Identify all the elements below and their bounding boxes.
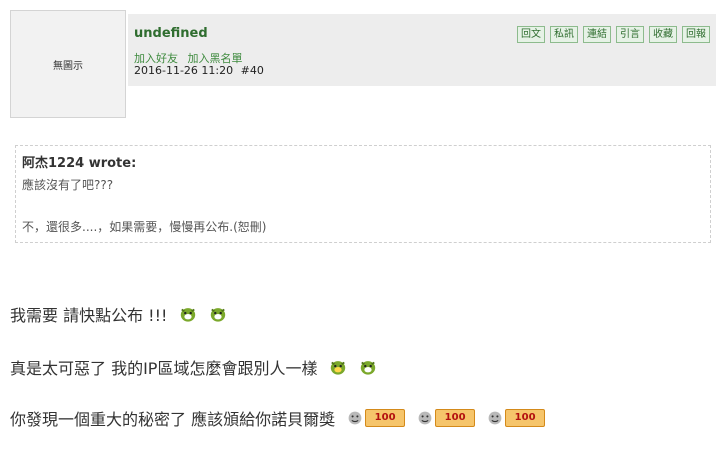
post-meta: 2016-11-26 11:20 #40 [134,64,264,77]
alien-face-icon [331,361,346,375]
reply-line-2: 真是太可惡了 我的IP區域怎麼會跟別人一樣 [10,355,377,379]
reply-text-1: 我需要 請快點公布 !!! [10,306,168,325]
score-100-icon: 100 [347,409,406,427]
alien-face-icon [181,308,196,322]
grey-face-icon [488,411,502,425]
score-100-icon: 100 [417,409,476,427]
link-button[interactable]: 連結 [583,26,611,43]
post-timestamp: 2016-11-26 11:20 [134,64,234,77]
alien-face-icon [211,308,226,322]
username[interactable]: undefined [134,26,208,41]
grey-face-icon [348,411,362,425]
reply-button[interactable]: 回文 [517,26,545,43]
alien-face-icon [361,361,376,375]
score-label: 100 [505,409,546,427]
quote-button[interactable]: 引言 [616,26,644,43]
post-number: #40 [240,64,264,77]
reply-text-2: 真是太可惡了 我的IP區域怎麼會跟別人一樣 [10,359,318,378]
reply-text-3: 你發現一個重大的秘密了 應該頒給你諾貝爾獎 [10,410,336,429]
report-button[interactable]: 回報 [682,26,710,43]
favorite-button[interactable]: 收藏 [649,26,677,43]
reply-line-3: 你發現一個重大的秘密了 應該頒給你諾貝爾獎 100 100 100 [10,406,546,430]
score-label: 100 [365,409,406,427]
grey-face-icon [418,411,432,425]
quote-reply: 不，還很多....，如果需要，慢慢再公布.(恕刪) [22,220,267,234]
quote-block: 阿杰1224 wrote: 應該沒有了吧??? 不，還很多....，如果需要，慢… [15,145,711,243]
private-message-button[interactable]: 私訊 [550,26,578,43]
score-label: 100 [435,409,476,427]
reply-line-1: 我需要 請快點公布 !!! [10,302,227,326]
score-100-icon: 100 [487,409,546,427]
quote-text: 應該沒有了吧??? [22,178,114,192]
post-header: undefined 加入好友 加入黑名單 2016-11-26 11:20 #4… [128,14,716,86]
avatar-placeholder: 無圖示 [53,60,83,72]
avatar: 無圖示 [10,10,126,118]
post-actions: 回文 私訊 連結 引言 收藏 回報 [517,26,710,43]
quote-author: 阿杰1224 wrote: [22,156,137,171]
